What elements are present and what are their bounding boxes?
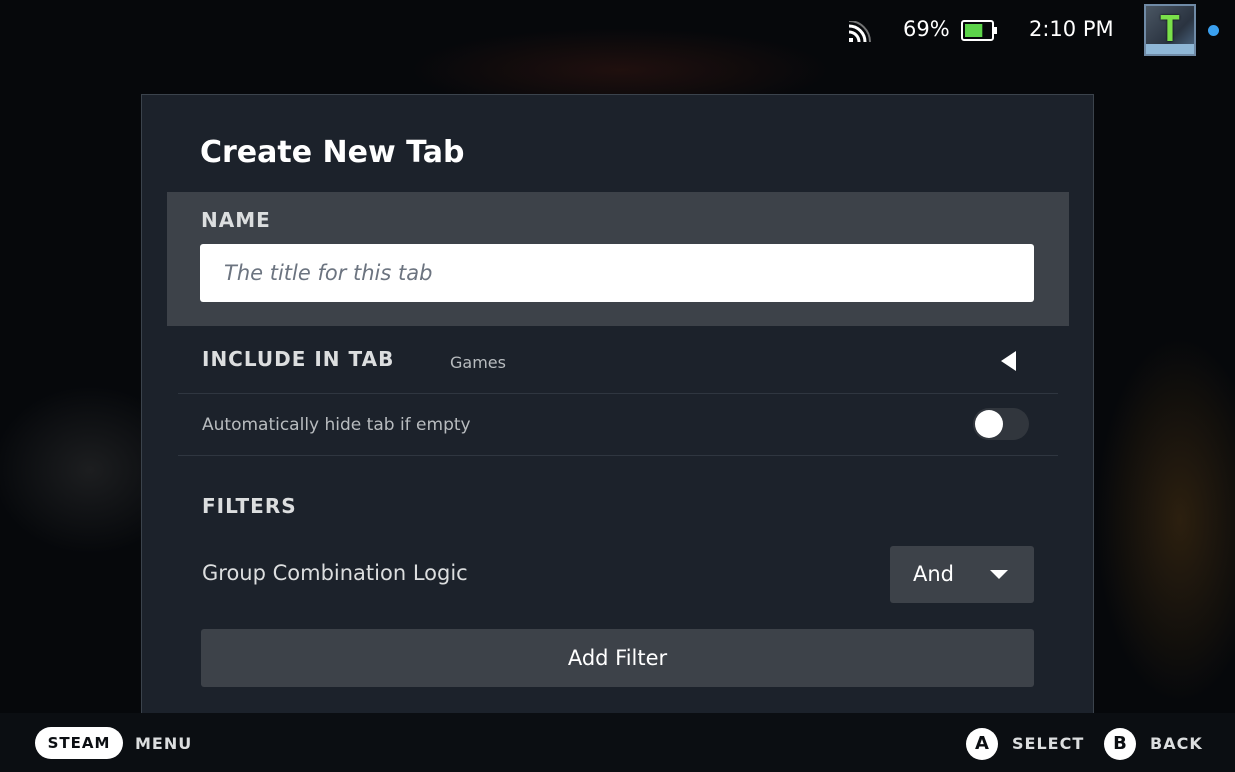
menu-label: MENU	[135, 734, 193, 753]
group-combination-label: Group Combination Logic	[202, 561, 468, 585]
tab-name-input[interactable]	[200, 244, 1034, 302]
expand-arrow-icon[interactable]	[1001, 351, 1016, 371]
autohide-toggle[interactable]	[973, 408, 1029, 440]
notification-dot-icon	[1208, 25, 1219, 36]
name-section: NAME	[167, 192, 1069, 326]
filters-heading: FILTERS	[202, 494, 297, 518]
add-filter-button[interactable]: Add Filter	[201, 629, 1034, 687]
toggle-knob	[975, 410, 1003, 438]
name-label: NAME	[201, 208, 271, 232]
wifi-icon	[848, 21, 871, 43]
avatar[interactable]: T	[1144, 4, 1196, 56]
battery-percent: 69%	[903, 17, 950, 41]
battery-icon	[961, 20, 997, 41]
divider	[178, 455, 1058, 456]
footer-bar: STEAM MENU A SELECT B BACK	[0, 713, 1235, 772]
group-logic-dropdown[interactable]: And	[890, 546, 1034, 603]
status-bar: 69% 2:10 PM T	[0, 0, 1235, 62]
group-logic-value: And	[913, 562, 955, 586]
create-tab-dialog: Create New Tab NAME INCLUDE IN TAB Games…	[141, 94, 1094, 734]
dialog-title: Create New Tab	[200, 135, 465, 170]
b-button-icon[interactable]: B	[1104, 728, 1136, 760]
chevron-down-icon	[990, 570, 1008, 579]
autohide-label: Automatically hide tab if empty	[202, 415, 471, 435]
back-label: BACK	[1150, 734, 1203, 753]
clock: 2:10 PM	[1029, 17, 1114, 41]
autohide-row: Automatically hide tab if empty	[178, 394, 1058, 455]
select-label: SELECT	[1012, 734, 1085, 753]
include-in-tab-label: INCLUDE IN TAB	[202, 347, 395, 371]
include-in-tab-value: Games	[450, 353, 506, 372]
steam-button[interactable]: STEAM	[35, 727, 123, 759]
avatar-art-base	[1146, 44, 1194, 54]
include-in-tab-row[interactable]: INCLUDE IN TAB Games	[178, 325, 1058, 395]
a-button-icon[interactable]: A	[966, 728, 998, 760]
